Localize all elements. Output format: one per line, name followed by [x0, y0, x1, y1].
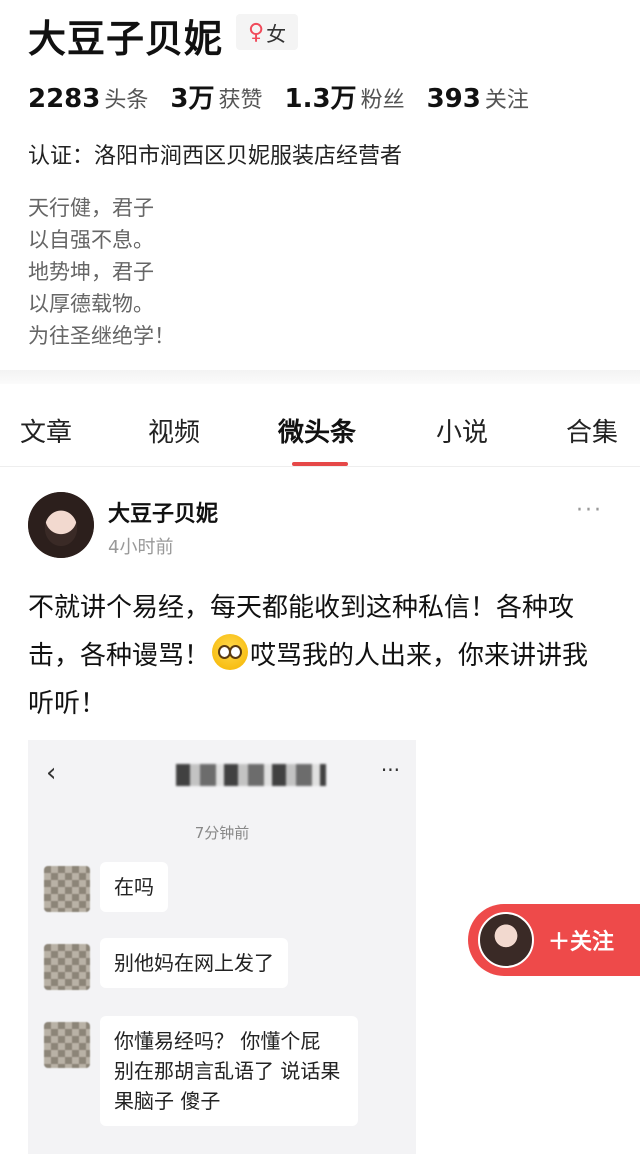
stat-label: 获赞 — [218, 88, 263, 113]
stat-number: 1.3万 — [284, 84, 357, 114]
chat-timestamp: 7分钟前 — [194, 824, 250, 842]
pleading-face-emoji-icon — [212, 634, 249, 670]
stat-following[interactable]: 393 关注 — [427, 82, 529, 114]
chat-screenshot-image[interactable]: ‹ ··· 7分钟前 在吗 别他妈在网上发了 你懂易经吗？ 你懂个屁 别在那胡言… — [28, 740, 416, 1154]
bio-line: 以厚德载物。 — [28, 292, 154, 316]
follow-button[interactable]: ＋关注 — [468, 904, 640, 976]
blurred-username — [176, 764, 326, 786]
chat-message: 别他妈在网上发了 — [100, 938, 288, 988]
female-icon: ♀ — [247, 19, 265, 45]
profile-stats: 2283 头条 3万 获赞 1.3万 粉丝 393 关注 — [28, 78, 529, 115]
avatar — [478, 912, 534, 968]
tab-collections[interactable]: 合集 — [566, 412, 618, 449]
chat-message: 在吗 — [100, 862, 168, 912]
post-text: 不就讲个易经，每天都能收到这种私信！各种攻击，各种谩骂！ 哎骂我的人出来，你来讲讲… — [28, 584, 608, 728]
certification: 认证：洛阳市涧西区贝妮服装店经营者 — [28, 144, 403, 169]
profile-bio: 天行健，君子 以自强不息。 地势坤，君子 以厚德载物。 为往圣继绝学！ — [28, 192, 175, 352]
blurred-avatar — [44, 1022, 90, 1068]
tab-articles[interactable]: 文章 — [20, 412, 72, 449]
more-dots-icon[interactable]: ··· — [576, 498, 603, 523]
back-chevron-icon: ‹ — [46, 758, 57, 788]
chat-message: 你懂易经吗？ 你懂个屁 别在那胡言乱语了 说话果果脑子 傻子 — [100, 1016, 358, 1126]
tab-novels[interactable]: 小说 — [436, 412, 488, 449]
stat-number: 393 — [426, 84, 481, 114]
stat-label: 头条 — [104, 88, 149, 113]
more-dots-icon: ··· — [380, 758, 400, 782]
post-time: 4小时前 — [108, 537, 174, 558]
gender-badge: ♀ 女 — [236, 14, 298, 50]
blurred-avatar — [44, 944, 90, 990]
stat-number: 2283 — [28, 84, 101, 114]
stat-likes[interactable]: 3万 获赞 — [170, 78, 262, 115]
bio-line: 天行健，君子 — [28, 196, 154, 220]
stat-fans[interactable]: 1.3万 粉丝 — [285, 78, 405, 115]
stat-label: 关注 — [484, 88, 529, 113]
active-tab-indicator — [292, 462, 348, 466]
profile-name: 大豆子贝妮 — [28, 17, 224, 61]
stat-posts[interactable]: 2283 头条 — [28, 82, 148, 114]
tab-videos[interactable]: 视频 — [148, 412, 200, 449]
post-author[interactable]: 大豆子贝妮 — [108, 496, 218, 528]
tab-micro-posts[interactable]: 微头条 — [278, 412, 356, 449]
section-divider — [0, 370, 640, 384]
stat-label: 粉丝 — [360, 88, 405, 113]
bio-line: 地势坤，君子 — [28, 260, 154, 284]
blurred-avatar — [44, 866, 90, 912]
avatar[interactable] — [28, 492, 94, 558]
follow-label: ＋关注 — [548, 930, 615, 955]
bio-line: 以自强不息。 — [28, 228, 154, 252]
content-tabs: 文章 视频 微头条 小说 合集 — [0, 400, 640, 467]
bio-line: 为往圣继绝学！ — [28, 324, 175, 348]
gender-label: 女 — [266, 21, 287, 46]
stat-number: 3万 — [170, 84, 215, 114]
